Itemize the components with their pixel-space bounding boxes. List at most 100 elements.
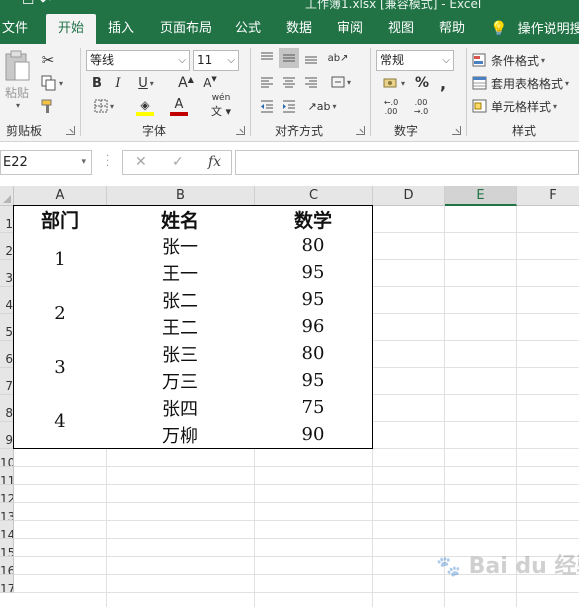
math-score-cell[interactable]: 95 (254, 367, 373, 395)
align-center-button[interactable] (279, 72, 299, 92)
paste-button[interactable]: 粘贴 ▾ (2, 50, 32, 110)
increase-indent-button[interactable] (279, 96, 299, 116)
insert-function-icon[interactable]: fx (208, 154, 221, 170)
comma-style-button[interactable]: , (436, 73, 450, 93)
number-format-combo[interactable]: 常规 ⌵ (376, 50, 454, 71)
row-header-8[interactable]: 8 (0, 395, 14, 422)
row-header-12[interactable]: 12 (0, 485, 14, 503)
column-header-f[interactable]: F (517, 186, 579, 206)
tab-page-layout[interactable]: 页面布局 (160, 14, 212, 44)
text-direction-button[interactable]: ↗ab ▾ (304, 96, 340, 116)
math-score-cell[interactable]: 75 (254, 394, 373, 422)
clipboard-dialog-launcher[interactable] (66, 126, 75, 135)
row-header-14[interactable]: 14 (0, 521, 14, 539)
italic-button[interactable]: I (110, 73, 126, 93)
math-score-cell[interactable]: 95 (254, 259, 373, 287)
row-header-7[interactable]: 7 (0, 368, 14, 395)
column-header-c[interactable]: C (255, 186, 373, 206)
formula-input[interactable] (235, 150, 579, 175)
conditional-formatting-button[interactable]: 条件格式 ▾ (472, 50, 572, 70)
row-header-11[interactable]: 11 (0, 467, 14, 485)
tab-insert[interactable]: 插入 (108, 14, 134, 44)
borders-button[interactable]: ▾ (88, 96, 120, 116)
align-top-button[interactable] (257, 48, 277, 68)
copy-button[interactable]: ▾ (36, 73, 68, 93)
undo-icon[interactable]: ↶ (40, 0, 51, 9)
format-as-table-button[interactable]: 套用表格格式 ▾ (472, 73, 578, 93)
math-score-cell[interactable]: 95 (254, 286, 373, 314)
underline-button[interactable]: U ▾ (130, 73, 162, 93)
math-score-cell[interactable]: 80 (254, 232, 373, 260)
header-cell-math[interactable]: 数学 (254, 205, 373, 233)
row-header-15[interactable]: 15 (0, 539, 14, 557)
row-header-6[interactable]: 6 (0, 341, 14, 368)
formula-bar-grip[interactable]: · · · (106, 152, 110, 172)
tab-formulas[interactable]: 公式 (235, 14, 261, 44)
row-header-2[interactable]: 2 (0, 233, 14, 260)
row-header-13[interactable]: 13 (0, 503, 14, 521)
bold-button[interactable]: B (88, 73, 106, 93)
department-cell[interactable]: 3 (13, 340, 107, 395)
tab-data[interactable]: 数据 (286, 14, 312, 44)
phonetic-guide-button[interactable]: wén 文 ▾ (206, 93, 236, 118)
header-cell-name[interactable]: 姓名 (106, 205, 255, 233)
fill-color-button[interactable]: ◈ (128, 96, 162, 118)
enter-icon[interactable]: ✓ (172, 154, 184, 170)
name-cell[interactable]: 万三 (106, 367, 255, 395)
increase-decimal-button[interactable]: ←.0 .00 (378, 96, 404, 118)
department-cell[interactable]: 1 (13, 232, 107, 287)
select-all-corner[interactable] (0, 186, 14, 206)
align-bottom-button[interactable] (301, 48, 321, 68)
department-cell[interactable]: 2 (13, 286, 107, 341)
name-cell[interactable]: 张一 (106, 232, 255, 260)
tab-review[interactable]: 审阅 (337, 14, 363, 44)
orientation-button[interactable]: ab↗ (328, 48, 349, 68)
tab-help[interactable]: 帮助 (439, 14, 465, 44)
row-header-1[interactable]: 1 (0, 206, 14, 233)
percent-button[interactable]: % (414, 73, 430, 93)
row-header-17[interactable]: 17 (0, 575, 14, 593)
align-right-button[interactable] (301, 72, 321, 92)
row-header-3[interactable]: 3 (0, 260, 14, 287)
header-cell-department[interactable]: 部门 (13, 205, 107, 233)
name-cell[interactable]: 张二 (106, 286, 255, 314)
decrease-indent-button[interactable] (257, 96, 277, 116)
row-header-4[interactable]: 4 (0, 287, 14, 314)
column-header-e[interactable]: E (445, 186, 517, 206)
row-header-9[interactable]: 9 (0, 422, 14, 449)
font-size-combo[interactable]: 11 ⌵ (193, 50, 239, 71)
row-header-16[interactable]: 16 (0, 557, 14, 575)
math-score-cell[interactable]: 90 (254, 421, 373, 449)
tab-file[interactable]: 文件 (2, 14, 28, 44)
worksheet-grid[interactable]: ABCDEF 1 2 3 4 5 6 7 8 9 10 11 12 13 14 15 16 17 部门 姓名 数学 1… (0, 186, 579, 607)
format-painter-button[interactable] (36, 96, 60, 116)
column-header-a[interactable]: A (14, 186, 107, 206)
row-header-5[interactable]: 5 (0, 314, 14, 341)
tab-view[interactable]: 视图 (388, 14, 414, 44)
font-name-combo[interactable]: 等线 ⌵ (86, 50, 190, 71)
align-middle-button[interactable] (279, 48, 299, 68)
name-cell[interactable]: 张四 (106, 394, 255, 422)
name-cell[interactable]: 万柳 (106, 421, 255, 449)
decrease-decimal-button[interactable]: .00 →.0 (408, 96, 434, 118)
name-box[interactable]: E22 ▾ (0, 150, 92, 175)
align-left-button[interactable] (257, 72, 277, 92)
name-cell[interactable]: 张三 (106, 340, 255, 368)
tab-home[interactable]: 开始 (46, 14, 97, 44)
number-dialog-launcher[interactable] (452, 126, 461, 135)
accounting-format-button[interactable]: ▾ (378, 73, 410, 93)
column-header-d[interactable]: D (373, 186, 445, 206)
font-dialog-launcher[interactable] (236, 126, 245, 135)
name-cell[interactable]: 王二 (106, 313, 255, 341)
cancel-icon[interactable]: ✕ (135, 154, 147, 170)
shrink-font-button[interactable]: A ▼ (202, 73, 218, 93)
math-score-cell[interactable]: 96 (254, 313, 373, 341)
cell-styles-button[interactable]: 单元格样式 ▾ (472, 96, 572, 116)
name-cell[interactable]: 王一 (106, 259, 255, 287)
save-icon[interactable]: ▭ (22, 0, 34, 9)
column-header-b[interactable]: B (107, 186, 255, 206)
department-cell[interactable]: 4 (13, 394, 107, 449)
font-color-button[interactable]: A (164, 96, 194, 118)
tell-me-search[interactable]: 💡 操作说明搜 (490, 14, 579, 44)
grow-font-button[interactable]: A ▲ (178, 73, 194, 93)
